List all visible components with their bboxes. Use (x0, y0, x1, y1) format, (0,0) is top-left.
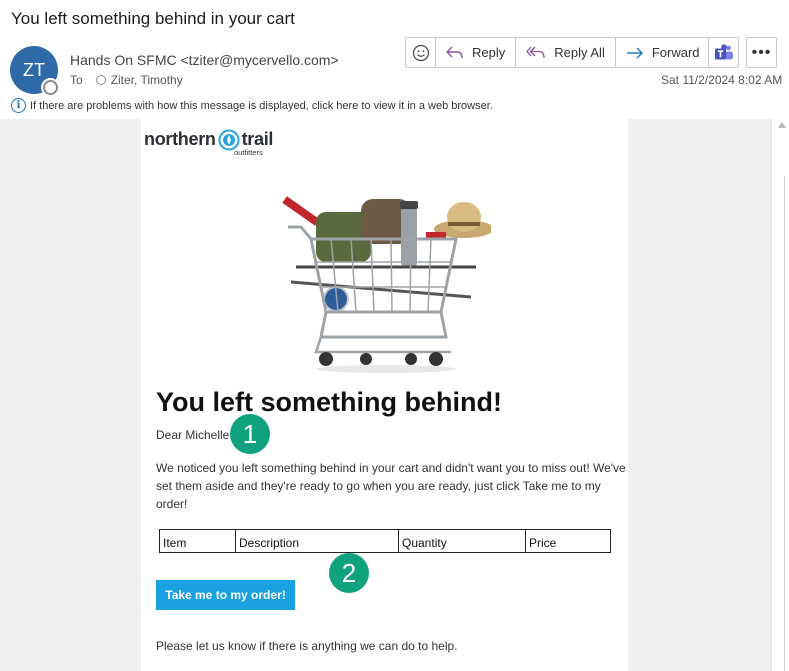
recipient-name[interactable]: Ziter, Timothy (111, 73, 183, 87)
take-me-to-order-button[interactable]: Take me to my order! (156, 580, 295, 610)
email-body: northern trail outfitters You left somet… (141, 119, 628, 671)
reply-icon (446, 46, 463, 58)
info-icon: i (11, 98, 26, 113)
brand-logo: northern trail outfitters (144, 129, 274, 157)
teams-icon (714, 43, 733, 59)
email-greeting: Dear Michelle (156, 428, 230, 442)
forward-button[interactable]: Forward (616, 38, 710, 67)
table-header-description: Description (235, 529, 399, 553)
reply-all-label: Reply All (554, 45, 605, 60)
forward-label: Forward (651, 45, 700, 60)
logo-trail-text: trail (241, 129, 274, 149)
to-label: To (70, 73, 83, 87)
reply-button[interactable]: Reply (436, 38, 517, 67)
table-header-quantity: Quantity (398, 529, 526, 553)
email-headline: You left something behind! (156, 387, 502, 417)
table-header-row: Item Description Quantity Price (159, 529, 611, 553)
forward-icon (626, 47, 643, 58)
logo-northern-text: northern (144, 129, 216, 149)
teams-share-button[interactable] (708, 37, 739, 68)
email-paragraph: We noticed you left something behind in … (156, 461, 626, 511)
table-header-item: Item (159, 529, 236, 553)
scrollbar-track-line (784, 176, 785, 671)
message-toolbar: Reply Reply All Forward (405, 37, 711, 68)
smiley-icon (412, 44, 429, 61)
recipient-row: To Ziter, Timothy (70, 73, 183, 87)
presence-status-icon (43, 80, 58, 95)
avatar-initials: ZT (23, 59, 45, 80)
message-subject: You left something behind in your cart (11, 9, 295, 28)
react-emoji-button[interactable] (406, 38, 436, 67)
info-text[interactable]: If there are problems with how this mess… (30, 100, 493, 112)
reply-all-icon (526, 46, 545, 58)
more-actions-button[interactable]: ••• (746, 37, 777, 68)
shopping-cart-image (282, 196, 491, 373)
table-header-price: Price (525, 529, 611, 553)
recipient-presence-icon (95, 75, 106, 85)
message-date: Sat 11/2/2024 8:02 AM (661, 73, 783, 87)
scroll-up-arrow-icon[interactable] (778, 122, 786, 128)
annotation-badge-1: 1 (230, 414, 270, 454)
annotation-badge-2: 2 (329, 553, 369, 593)
logo-outfitters-text: outfitters (234, 148, 263, 157)
reply-all-button[interactable]: Reply All (516, 38, 616, 67)
scrollbar[interactable] (771, 119, 789, 671)
display-info-bar[interactable]: i If there are problems with how this me… (11, 98, 493, 113)
order-table: Item Description Quantity Price (159, 529, 611, 553)
reply-label: Reply (472, 45, 506, 60)
email-closing: Please let us know if there is anything … (156, 639, 458, 653)
sender-address[interactable]: Hands On SFMC <tziter@mycervello.com> (70, 52, 339, 68)
